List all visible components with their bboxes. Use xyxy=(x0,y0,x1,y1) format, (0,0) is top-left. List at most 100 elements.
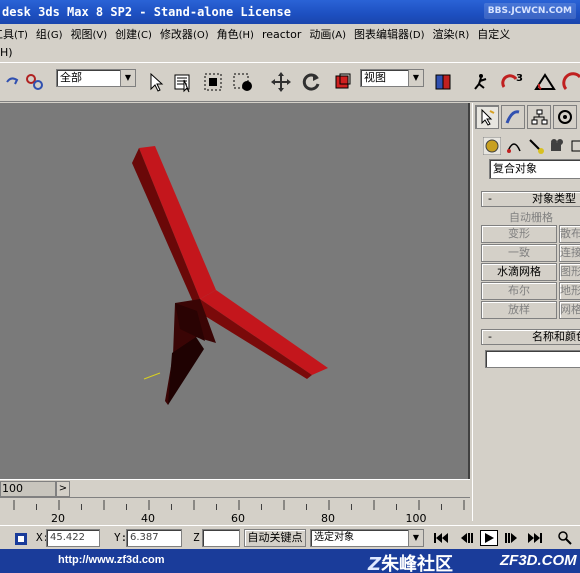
track-bar[interactable]: 20 40 60 80 100 xyxy=(0,497,470,525)
ruler-label: 60 xyxy=(231,512,245,525)
menu-item[interactable]: 动画(A) xyxy=(305,24,350,46)
shapemerge-button[interactable]: 图形合并 xyxy=(559,263,580,281)
next-frame-icon[interactable] xyxy=(502,530,520,546)
grid-axis-mark xyxy=(143,372,161,380)
banner-url[interactable]: http://www.zf3d.com xyxy=(58,554,165,566)
hierarchy-tab[interactable] xyxy=(527,105,551,129)
scale-icon[interactable] xyxy=(330,69,356,95)
shapes-icon[interactable] xyxy=(505,137,523,158)
autokey-button[interactable]: 自动关键点 xyxy=(244,529,306,547)
motion-tab[interactable] xyxy=(553,105,577,129)
mirror-icon[interactable] xyxy=(468,69,494,95)
status-bar: X: 45.422 Y: 6.387 Z 自动关键点 选定对象 ▼ xyxy=(0,525,580,549)
rollout-name-color[interactable]: - 名称和颜色 xyxy=(481,329,580,345)
helpers-icon[interactable] xyxy=(571,137,580,158)
menu-item-shortcut: (O) xyxy=(192,30,209,41)
lock-selection-icon[interactable] xyxy=(14,532,28,549)
menu-item[interactable]: 图表编辑器(D) xyxy=(350,24,429,46)
banner-brand: ZF3D.COM xyxy=(500,552,577,569)
go-to-start-icon[interactable] xyxy=(432,530,450,546)
rotate-icon[interactable] xyxy=(298,69,324,95)
connect-button[interactable]: 连接 xyxy=(559,244,580,262)
menu-item-shortcut: (R) xyxy=(454,30,470,41)
go-to-end-icon[interactable] xyxy=(526,530,544,546)
rollout-name-color-title: 名称和颜色 xyxy=(532,330,580,343)
blobmesh-button[interactable]: 水滴网格 xyxy=(481,263,557,281)
menu-item-label: 视图 xyxy=(70,28,93,41)
main-toolbar: 全部 ▼ 视图 ▼ 3 xyxy=(0,62,580,102)
reference-coord-value: 视图 xyxy=(364,71,386,84)
menu-item[interactable]: 工具(T) xyxy=(0,24,32,46)
ruler-label: 20 xyxy=(51,512,65,525)
pivot-icon[interactable] xyxy=(430,69,456,95)
snap-icon[interactable]: 3 xyxy=(500,69,526,95)
menu-item-label: 图表编辑器 xyxy=(354,28,410,41)
extruded-object[interactable] xyxy=(132,146,328,405)
object-name-field[interactable] xyxy=(485,350,580,368)
ruler-label: 80 xyxy=(321,512,335,525)
next-frame-icon[interactable]: > xyxy=(56,481,70,497)
time-slider[interactable]: 100 > xyxy=(0,479,470,497)
create-tab[interactable] xyxy=(475,105,499,129)
menu-bar: 工具(T)组(G)视图(V)创建(C)修改器(O)角色(H)reactor动画(… xyxy=(0,24,580,46)
loft-button[interactable]: 放样 xyxy=(481,301,557,319)
command-panel: 复合对象 - 对象类型 自动栅格 变形 散布 一致 连接 水滴网格 图形合并 布… xyxy=(472,103,580,521)
modify-tab[interactable] xyxy=(501,105,525,129)
menu-item[interactable]: 自定义 xyxy=(473,24,514,46)
boolean-button[interactable]: 布尔 xyxy=(481,282,557,300)
menu-item-label: 创建 xyxy=(115,28,138,41)
ruler-label: 100 xyxy=(405,512,427,525)
selection-filter-dropdown[interactable]: 全部 ▼ xyxy=(56,69,136,87)
move-icon[interactable] xyxy=(268,69,294,95)
rollout-object-type-title: 对象类型 xyxy=(532,192,576,205)
chevron-down-icon: ▼ xyxy=(408,70,423,86)
angle-snap-icon[interactable] xyxy=(532,69,558,95)
reference-coord-dropdown[interactable]: 视图 ▼ xyxy=(360,69,424,87)
select-by-name-icon[interactable] xyxy=(170,69,196,95)
menu-item-label: 组 xyxy=(35,28,47,41)
perspective-viewport[interactable] xyxy=(0,103,470,479)
y-coordinate-field[interactable]: 6.387 xyxy=(126,529,182,547)
zoom-icon[interactable] xyxy=(556,530,574,546)
autogrid-label[interactable]: 自动栅格 xyxy=(481,209,580,225)
mesher-button[interactable]: 网格化 xyxy=(559,301,580,319)
menu-item-label: 渲染 xyxy=(432,28,455,41)
menu-item[interactable]: 渲染(R) xyxy=(429,24,474,46)
watermark-badge: BBS.JCWCN.COM xyxy=(483,3,576,19)
previous-frame-icon[interactable] xyxy=(458,530,476,546)
menu-overflow: H) xyxy=(0,46,13,59)
site-banner: http://www.zf3d.com Z朱峰社区 ZF3D.COM xyxy=(0,549,580,573)
window-crossing-icon[interactable] xyxy=(230,69,256,95)
menu-item[interactable]: 角色(H) xyxy=(213,24,258,46)
link-icon[interactable] xyxy=(22,69,48,95)
conform-button[interactable]: 一致 xyxy=(481,244,557,262)
menu-item[interactable]: 组(G) xyxy=(32,24,67,46)
x-coordinate-field[interactable]: 45.422 xyxy=(46,529,100,547)
menu-item-shortcut: (D) xyxy=(409,30,425,41)
command-panel-tabs xyxy=(475,105,580,129)
lights-icon[interactable] xyxy=(527,137,545,158)
menu-item[interactable]: 视图(V) xyxy=(66,24,111,46)
frame-display[interactable]: 100 xyxy=(0,481,56,497)
morph-button[interactable]: 变形 xyxy=(481,225,557,243)
menu-item-label: 修改器 xyxy=(159,28,193,41)
menu-item[interactable]: reactor xyxy=(258,24,305,46)
rect-region-icon[interactable] xyxy=(200,69,226,95)
geometry-icon[interactable] xyxy=(482,136,502,158)
rollout-object-type[interactable]: - 对象类型 xyxy=(481,191,580,207)
key-mode-dropdown[interactable]: 选定对象 ▼ xyxy=(310,529,424,547)
category-dropdown[interactable]: 复合对象 xyxy=(489,159,580,179)
z-coordinate-field[interactable] xyxy=(202,529,240,547)
menu-item[interactable]: 创建(C) xyxy=(111,24,156,46)
menu-item[interactable]: 修改器(O) xyxy=(156,24,213,46)
terrain-button[interactable]: 地形 xyxy=(559,282,580,300)
scatter-button[interactable]: 散布 xyxy=(559,225,580,243)
select-icon[interactable] xyxy=(142,69,168,95)
banner-logo: Z朱峰社区 xyxy=(368,550,453,573)
play-icon[interactable] xyxy=(480,530,498,546)
menu-item-shortcut: (C) xyxy=(137,30,152,41)
percent-snap-icon[interactable] xyxy=(560,69,580,95)
menu-item-shortcut: (T) xyxy=(14,30,28,41)
cameras-icon[interactable] xyxy=(549,137,567,158)
menu-item-shortcut: (A) xyxy=(331,30,347,41)
